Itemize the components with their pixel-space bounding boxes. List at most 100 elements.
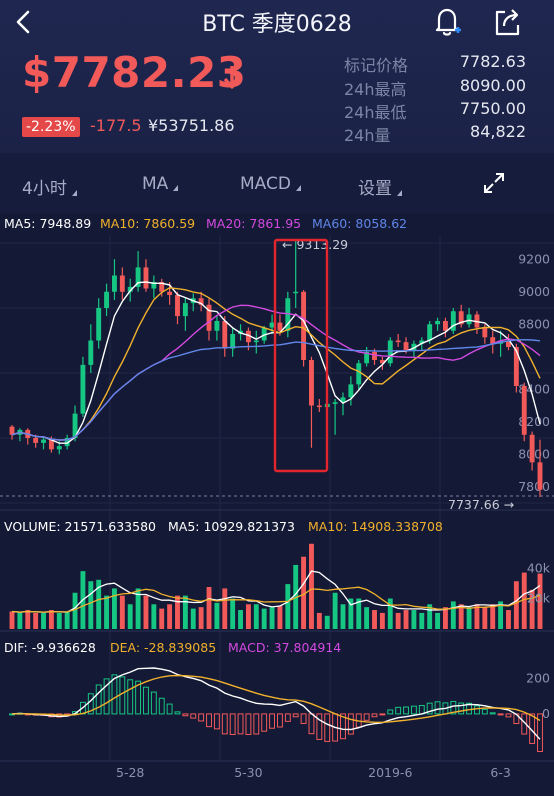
volume-bar (72, 592, 78, 629)
volume-tick-label: 20k (527, 591, 551, 606)
candle-body (167, 291, 173, 295)
fullscreen-icon[interactable] (482, 171, 506, 195)
volume-bar (309, 543, 314, 629)
macd-bar (379, 713, 386, 716)
tab-settings[interactable]: 设置 (358, 174, 402, 199)
legend-vol-ma5: MA5: 10929.821373 (168, 519, 295, 534)
candle-body (466, 314, 472, 325)
volume-bar (372, 610, 377, 629)
candle-body (253, 340, 259, 343)
volume-bar (88, 581, 94, 629)
price-tick-label: 9000 (518, 284, 550, 299)
down-arrow-icon (223, 66, 241, 89)
candle-body (175, 295, 180, 317)
volume-bar (364, 607, 370, 629)
volume-bar (482, 607, 488, 629)
volume-bar (450, 601, 456, 629)
candle-body (356, 363, 362, 385)
time-tick-label: 5-28 (116, 765, 144, 780)
candle-body (332, 402, 338, 404)
legend-ma10: MA10: 7860.59 (100, 216, 195, 231)
price-tick-label: 8800 (518, 316, 550, 331)
tab-interval[interactable]: 4小时 (22, 174, 77, 199)
candle-body (293, 291, 299, 294)
candle-body (182, 303, 188, 317)
volume-bar (490, 604, 496, 629)
candle-body (482, 327, 488, 338)
candle-body (537, 462, 543, 490)
stat-label-volume: 24h量 (344, 126, 391, 145)
share-icon[interactable] (490, 4, 524, 40)
volume-bar (198, 607, 204, 629)
volume-bar (222, 588, 228, 629)
volume-bar (104, 595, 110, 629)
volume-bar (48, 610, 54, 629)
candle-body (80, 364, 86, 414)
volume-bar (403, 610, 409, 629)
candle-body (88, 340, 94, 365)
candle-body (33, 438, 39, 443)
volume-bar (214, 602, 220, 629)
volume-bar (466, 607, 472, 629)
volume-bar (395, 612, 401, 629)
volume-bar (143, 595, 149, 629)
stat-label-low: 24h最低 (344, 103, 407, 122)
candle-body (442, 321, 448, 331)
bell-add-icon[interactable] (430, 4, 464, 40)
tab-ma-label: MA (142, 174, 169, 194)
candle-body (387, 340, 393, 364)
volume-bar (269, 607, 275, 629)
volume-bar (513, 581, 519, 629)
candle-body (521, 386, 527, 435)
stat-value-volume: 84,822 (470, 122, 526, 141)
last-price: $7782.23 (22, 48, 247, 97)
candle-body (513, 347, 519, 386)
page-title: BTC 季度0628 (202, 12, 352, 37)
volume-bar (206, 586, 212, 629)
kline-chart[interactable]: MA5: 7948.89 MA10: 7860.59 MA20: 7861.95… (0, 213, 554, 796)
volume-bar (419, 612, 425, 629)
price-tick-label: 9200 (518, 251, 550, 266)
time-tick-label: 5-30 (234, 765, 262, 780)
volume-bar (332, 592, 338, 629)
volume-bar (190, 608, 196, 629)
stat-value-high: 8090.00 (459, 76, 526, 95)
volume-bar (182, 595, 188, 629)
volume-bar (285, 584, 291, 629)
volume-bar (379, 612, 385, 629)
candle-body (96, 308, 102, 341)
candle-body (230, 334, 236, 349)
volume-bar (316, 612, 322, 629)
volume-bar (324, 615, 330, 629)
low-annotation: 7737.66 → (448, 497, 514, 512)
volume-bar (112, 588, 117, 629)
volume-bar (238, 610, 243, 629)
volume-bar (56, 612, 62, 629)
volume-bar (277, 605, 283, 629)
volume-bar (151, 604, 157, 629)
volume-bar (230, 598, 236, 629)
volume-bar (9, 611, 15, 629)
macd-tick-label: 200 (526, 671, 550, 686)
legend-volume: VOLUME: 21571.633580 (4, 519, 156, 534)
volume-bar (442, 607, 448, 629)
tab-indicator-label: MACD (240, 174, 291, 194)
volume-bar (119, 595, 125, 629)
volume-bar (506, 610, 511, 629)
candle-body (119, 275, 125, 292)
legend-macd: MACD: 37.804914 (228, 640, 341, 655)
tab-ma[interactable]: MA (142, 174, 179, 194)
chart-toolbar: 4小时 MA MACD 设置 (0, 153, 554, 213)
volume-bar (17, 612, 23, 629)
legend-vol-ma10: MA10: 14908.338708 (308, 519, 443, 534)
candle-body (435, 321, 440, 325)
candle-body (348, 384, 354, 398)
volume-tick-label: 40k (527, 560, 551, 575)
candle-body (41, 439, 46, 443)
candle-body (529, 434, 535, 463)
candle-body (316, 405, 322, 408)
tab-indicator[interactable]: MACD (240, 174, 301, 194)
volume-bar (64, 611, 70, 629)
legend-dif: DIF: -9.936628 (4, 640, 96, 655)
candle-body (309, 360, 314, 406)
